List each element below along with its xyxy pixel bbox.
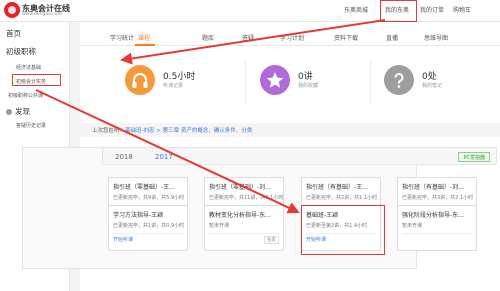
sidebar-item-public-course[interactable]: 初级职称公共课 xyxy=(8,92,43,99)
annotation-box-my-dongao xyxy=(380,0,417,22)
divider xyxy=(402,233,472,234)
stat-value: 0处 xyxy=(422,72,437,82)
tab-downloads[interactable]: 资料下载 xyxy=(334,33,358,42)
course-card[interactable]: 教材变化分析指导-东... 暂未开课独家 xyxy=(204,205,284,251)
course-title[interactable]: 教材变化分析指导-东... xyxy=(209,210,271,219)
course-status: 已更新完毕，共9讲，共5.9小时 xyxy=(113,195,185,201)
stat-value: 0讲 xyxy=(298,72,313,82)
annotation-box-accounting-practice xyxy=(12,74,61,86)
sidebar-section-junior[interactable]: 初级职称 xyxy=(6,46,36,57)
tab-bar: 学习统计 课程 题库 答疑 学习计划 资料下载 直播 思维导图 xyxy=(80,30,500,46)
course-card[interactable]: 强化阶段分析指导-东... 暂未开课 xyxy=(397,205,477,251)
course-tag: 独家 xyxy=(264,236,279,244)
stat-notes[interactable]: 0处 我的笔记 xyxy=(384,54,494,110)
top-bar: 东奥会计在线 www.dongao.com 东奥商城 我的东奥 我的订单 购物车 xyxy=(0,0,500,22)
headphones-icon xyxy=(125,65,155,95)
tab-question-bank[interactable]: 题库 xyxy=(202,33,214,42)
nav-cart[interactable]: 购物车 xyxy=(453,5,471,14)
stat-value: 0.5小时 xyxy=(163,72,196,82)
year-tab-2017[interactable]: 2017 xyxy=(155,153,173,161)
pc-badge[interactable]: PC觉拍器 xyxy=(458,152,490,162)
course-link[interactable]: 开始听课 xyxy=(113,236,133,243)
course-title[interactable]: 学习方法指导-王颖 xyxy=(113,210,163,219)
course-title[interactable]: 指引班（零基础）-刘... xyxy=(209,182,271,191)
nav-my-orders[interactable]: 我的订单 xyxy=(420,5,444,14)
stat-label: 听课记录 xyxy=(163,83,184,89)
last-listened-prefix: 上次您在听： xyxy=(92,128,126,134)
brand-url: www.dongao.com xyxy=(22,12,62,17)
divider xyxy=(113,233,183,234)
active-tab-indicator xyxy=(135,44,155,46)
nav-mall[interactable]: 东奥商城 xyxy=(344,5,368,14)
tab-study-plan[interactable]: 学习计划 xyxy=(280,33,304,42)
course-title[interactable]: 指引班（有基础）-王... xyxy=(306,182,368,191)
course-title[interactable]: 强化阶段分析指导-东... xyxy=(402,210,464,219)
course-status: 暂未开课 xyxy=(209,223,230,229)
sidebar-section-discover[interactable]: 发现 xyxy=(15,106,30,117)
last-listened[interactable]: 上次您在听：基础班-刘忠 > 第三章 资产的概念、确认条件、分类 xyxy=(92,126,252,134)
tab-courses[interactable]: 课程 xyxy=(138,33,150,42)
divider xyxy=(245,60,246,104)
stat-label: 我的笔记 xyxy=(422,83,443,89)
stat-label: 我的收藏 xyxy=(298,83,319,89)
question-icon xyxy=(384,65,414,95)
last-listened-bar: 上次您在听：基础班-刘忠 > 第三章 资产的概念、确认条件、分类 xyxy=(80,123,500,137)
tab-mind-map[interactable]: 思维导图 xyxy=(424,33,448,42)
annotation-box-course xyxy=(301,205,385,255)
course-card[interactable]: 学习方法指导-王颖已更新完毕，共1讲，共0.9小时 开始听课 xyxy=(108,205,188,251)
logo-icon[interactable] xyxy=(4,2,20,18)
course-title[interactable]: 指引班（零基础）-王... xyxy=(113,182,175,191)
stat-favorites[interactable]: 0讲 我的收藏 xyxy=(260,54,370,110)
year-tabs: 2018 2017 PC觉拍器 xyxy=(102,147,497,165)
divider xyxy=(209,233,279,234)
course-title[interactable]: 指引班（有基础）-刘... xyxy=(402,182,464,191)
tab-live[interactable]: 直播 xyxy=(386,33,398,42)
course-status: 暂未开课 xyxy=(402,223,423,229)
sidebar-item-economic-law[interactable]: 经济法基础 xyxy=(16,64,41,71)
stat-listen-record[interactable]: 0.5小时 听课记录 xyxy=(125,54,245,110)
course-status: 已更新完毕，共11讲，共9.1小时 xyxy=(209,195,284,201)
year-tab-2018[interactable]: 2018 xyxy=(115,153,133,161)
divider xyxy=(370,60,371,104)
tab-qa[interactable]: 答疑 xyxy=(242,33,254,42)
sidebar-home[interactable]: 首页 xyxy=(6,28,21,39)
sidebar-item-qa-history[interactable]: 答疑历史记录 xyxy=(16,122,46,129)
last-listened-path[interactable]: 基础班-刘忠 > 第三章 资产的概念、确认条件、分类 xyxy=(125,128,252,134)
course-status: 已更新完毕，共2讲，共1.1小时 xyxy=(306,195,378,201)
tab-study-stats[interactable]: 学习统计 xyxy=(110,33,134,42)
discover-icon xyxy=(6,109,12,115)
course-status: 已更新完毕，共3讲，共2.1小时 xyxy=(402,195,474,201)
star-icon xyxy=(260,65,290,95)
course-status: 已更新完毕，共1讲，共0.9小时 xyxy=(113,223,185,229)
